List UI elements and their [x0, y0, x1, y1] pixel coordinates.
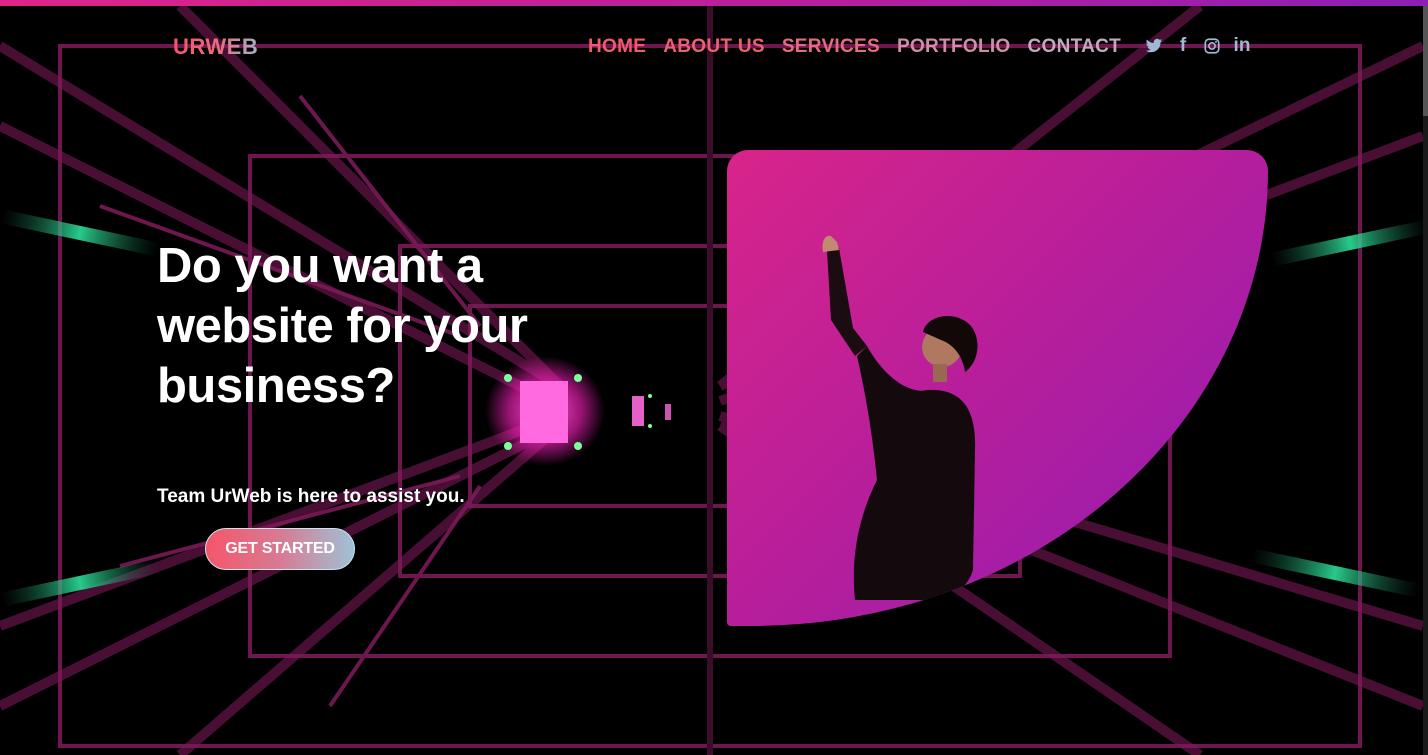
nav-item-services[interactable]: SERVICES	[782, 36, 880, 58]
nav-item-about-us[interactable]: ABOUT US	[663, 36, 765, 58]
nav-item-portfolio[interactable]: PORTFOLIO	[897, 36, 1011, 58]
nav-item-home[interactable]: HOME	[588, 36, 646, 58]
page-scrollbar[interactable]	[1423, 6, 1428, 755]
nav-item-contact[interactable]: CONTACT	[1028, 36, 1122, 58]
social-links: f in	[1145, 36, 1252, 56]
person-illustration	[822, 235, 978, 600]
linkedin-icon[interactable]: in	[1232, 36, 1252, 56]
scrollbar-thumb[interactable]	[1423, 6, 1428, 116]
hero-title: Do you want a website for your business?	[157, 239, 528, 413]
get-started-button[interactable]: GET STARTED	[205, 528, 355, 570]
instagram-icon[interactable]	[1203, 36, 1221, 56]
facebook-icon[interactable]: f	[1174, 36, 1192, 56]
twitter-icon[interactable]	[1145, 36, 1163, 56]
brand-logo[interactable]: URWEB	[173, 34, 258, 60]
hero-subtitle: Team UrWeb is here to assist you.	[157, 486, 465, 507]
hero-image-card	[727, 150, 1268, 626]
main-nav: HOME ABOUT US SERVICES PORTFOLIO CONTACT	[588, 36, 1121, 58]
